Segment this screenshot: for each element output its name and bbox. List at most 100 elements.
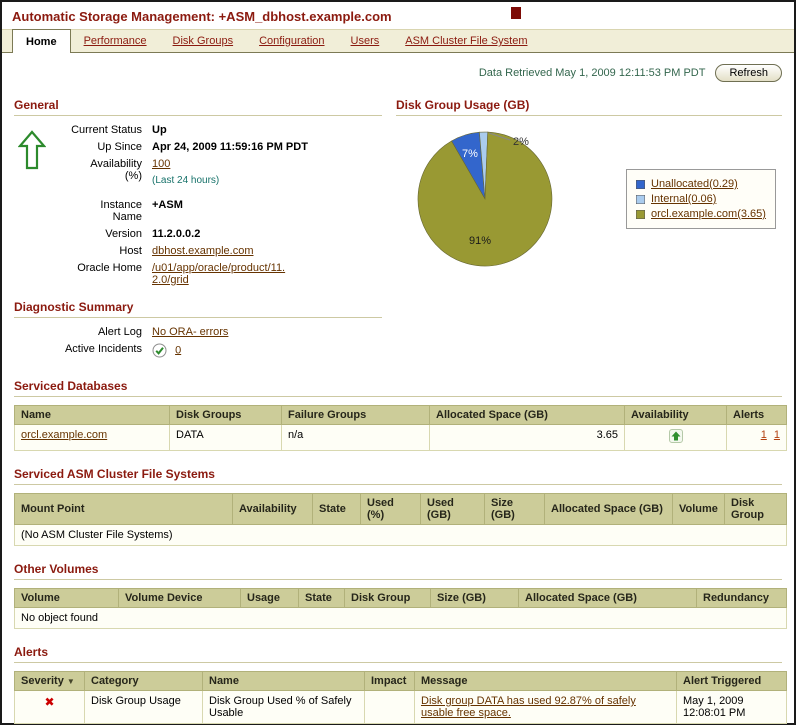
col-header-impact: Impact bbox=[365, 672, 415, 691]
cell-severity: ✖ bbox=[15, 691, 85, 724]
serviced-database-row: orcl.example.com DATA n/a 3.65 1 1 bbox=[15, 425, 787, 451]
tab-home[interactable]: Home bbox=[12, 29, 71, 53]
decorative-mark bbox=[511, 7, 521, 19]
acfs-empty-row: (No ASM Cluster File Systems) bbox=[15, 525, 787, 546]
current-status-value: Up bbox=[152, 124, 382, 136]
oracle-home-label: Oracle Home bbox=[14, 262, 152, 286]
legend-link-internal[interactable]: Internal(0.06) bbox=[651, 193, 716, 205]
host-row: Host dbhost.example.com bbox=[14, 245, 382, 257]
host-link[interactable]: dbhost.example.com bbox=[152, 245, 254, 257]
tab-configuration-label: Configuration bbox=[259, 35, 324, 47]
other-volumes-empty-row: No object found bbox=[15, 608, 787, 629]
legend-link-unallocated[interactable]: Unallocated(0.29) bbox=[651, 178, 738, 190]
cell-availability bbox=[625, 425, 727, 451]
availability-link[interactable]: 100 bbox=[152, 158, 170, 170]
serviced-databases-section: Serviced Databases bbox=[2, 379, 794, 397]
general-column: General Current Status Up Up Since Apr 2… bbox=[14, 84, 382, 363]
active-incidents-row: Active Incidents 0 bbox=[14, 343, 382, 358]
tab-asm-cluster-file-system[interactable]: ASM Cluster File System bbox=[392, 30, 540, 52]
alert-message-link[interactable]: Disk group DATA has used 92.87% of safel… bbox=[421, 695, 636, 719]
pie-label-unallocated-pct: 7% bbox=[462, 148, 478, 160]
check-icon bbox=[152, 343, 167, 358]
alert-count-link-2[interactable]: 1 bbox=[774, 429, 780, 441]
col-header-category: Category bbox=[85, 672, 203, 691]
col-header-redundancy: Redundancy bbox=[697, 589, 787, 608]
acfs-section: Serviced ASM Cluster File Systems bbox=[2, 467, 794, 485]
version-row: Version 11.2.0.0.2 bbox=[14, 228, 382, 240]
col-header-disk-group: Disk Group bbox=[345, 589, 431, 608]
status-up-arrow-icon bbox=[18, 130, 46, 170]
up-since-value: Apr 24, 2009 11:59:16 PM PDT bbox=[152, 141, 382, 153]
severity-header-label: Severity bbox=[21, 675, 64, 687]
other-volumes-title: Other Volumes bbox=[14, 562, 782, 580]
other-volumes-empty-message: No object found bbox=[15, 608, 787, 629]
other-volumes-section: Other Volumes bbox=[2, 562, 794, 580]
top-columns: General Current Status Up Up Since Apr 2… bbox=[2, 84, 794, 363]
cell-category: Disk Group Usage bbox=[85, 691, 203, 724]
tab-configuration[interactable]: Configuration bbox=[246, 30, 337, 52]
alert-count-link-1[interactable]: 1 bbox=[761, 429, 767, 441]
serviced-databases-table: Name Disk Groups Failure Groups Allocate… bbox=[14, 405, 787, 451]
refresh-toolbar: Data Retrieved May 1, 2009 12:11:53 PM P… bbox=[2, 53, 794, 84]
general-section: Current Status Up Up Since Apr 24, 2009 … bbox=[14, 124, 382, 286]
legend-swatch-orcl bbox=[636, 210, 645, 219]
oracle-home-link[interactable]: /u01/app/oracle/product/11.2.0/grid bbox=[152, 262, 286, 286]
cell-allocated-space: 3.65 bbox=[430, 425, 625, 451]
alert-log-label: Alert Log bbox=[14, 326, 152, 338]
tab-acfs-label: ASM Cluster File System bbox=[405, 35, 527, 47]
general-section-title: General bbox=[14, 98, 382, 116]
masthead: Automatic Storage Management: +ASM_dbhos… bbox=[2, 2, 794, 29]
col-header-used-pct: Used (%) bbox=[361, 494, 421, 525]
col-header-usage: Usage bbox=[241, 589, 299, 608]
legend-item-orcl: orcl.example.com(3.65) bbox=[636, 208, 766, 220]
alerts-header-row: Severity▼ Category Name Impact Message A… bbox=[15, 672, 787, 691]
tab-performance-label: Performance bbox=[84, 35, 147, 47]
acfs-empty-message: (No ASM Cluster File Systems) bbox=[15, 525, 787, 546]
col-header-severity[interactable]: Severity▼ bbox=[15, 672, 85, 691]
col-header-volume-device: Volume Device bbox=[119, 589, 241, 608]
data-retrieved-text: Data Retrieved May 1, 2009 12:11:53 PM P… bbox=[479, 67, 706, 79]
oracle-home-row: Oracle Home /u01/app/oracle/product/11.2… bbox=[14, 262, 382, 286]
legend-link-orcl[interactable]: orcl.example.com(3.65) bbox=[651, 208, 766, 220]
instance-name-value: +ASM bbox=[152, 199, 382, 223]
alert-row: ✖ Disk Group Usage Disk Group Used % of … bbox=[15, 691, 787, 724]
col-header-allocated-space: Allocated Space (GB) bbox=[545, 494, 673, 525]
cell-alert-triggered: May 1, 2009 12:08:01 PM bbox=[677, 691, 787, 724]
col-header-failure-groups: Failure Groups bbox=[282, 406, 430, 425]
col-header-allocated-space: Allocated Space (GB) bbox=[430, 406, 625, 425]
col-header-alert-triggered: Alert Triggered bbox=[677, 672, 787, 691]
alert-log-link[interactable]: No ORA- errors bbox=[152, 326, 228, 338]
refresh-button[interactable]: Refresh bbox=[715, 64, 782, 82]
alerts-section: Alerts bbox=[2, 645, 794, 663]
alerts-table: Severity▼ Category Name Impact Message A… bbox=[14, 671, 787, 724]
tab-users[interactable]: Users bbox=[338, 30, 393, 52]
cell-message: Disk group DATA has used 92.87% of safel… bbox=[415, 691, 677, 724]
col-header-mount-point: Mount Point bbox=[15, 494, 233, 525]
tab-bar: Home Performance Disk Groups Configurati… bbox=[2, 29, 794, 53]
tab-performance[interactable]: Performance bbox=[71, 30, 160, 52]
legend-swatch-unallocated bbox=[636, 180, 645, 189]
error-x-icon: ✖ bbox=[44, 695, 54, 709]
legend-item-unallocated: Unallocated(0.29) bbox=[636, 178, 766, 190]
acfs-title: Serviced ASM Cluster File Systems bbox=[14, 467, 782, 485]
cell-alerts: 1 1 bbox=[727, 425, 787, 451]
availability-up-icon bbox=[669, 429, 683, 443]
diagnostic-summary-title: Diagnostic Summary bbox=[14, 300, 382, 318]
col-header-volume: Volume bbox=[673, 494, 725, 525]
col-header-availability: Availability bbox=[233, 494, 313, 525]
other-volumes-header-row: Volume Volume Device Usage State Disk Gr… bbox=[15, 589, 787, 608]
col-header-message: Message bbox=[415, 672, 677, 691]
cell-impact bbox=[365, 691, 415, 724]
availability-row: Availability (%) 100 (Last 24 hours) bbox=[14, 158, 382, 194]
legend-item-internal: Internal(0.06) bbox=[636, 193, 766, 205]
pie-label-orcl-pct: 91% bbox=[469, 235, 491, 247]
diagnostic-summary-section: Alert Log No ORA- errors Active Incident… bbox=[14, 326, 382, 358]
up-since-row: Up Since Apr 24, 2009 11:59:16 PM PDT bbox=[14, 141, 382, 153]
tab-disk-groups[interactable]: Disk Groups bbox=[160, 30, 247, 52]
chart-legend: Unallocated(0.29) Internal(0.06) orcl.ex… bbox=[626, 169, 776, 229]
database-link[interactable]: orcl.example.com bbox=[21, 429, 107, 441]
host-label: Host bbox=[14, 245, 152, 257]
active-incidents-link[interactable]: 0 bbox=[175, 344, 181, 356]
cell-failure-groups: n/a bbox=[282, 425, 430, 451]
col-header-disk-group: Disk Group bbox=[725, 494, 787, 525]
